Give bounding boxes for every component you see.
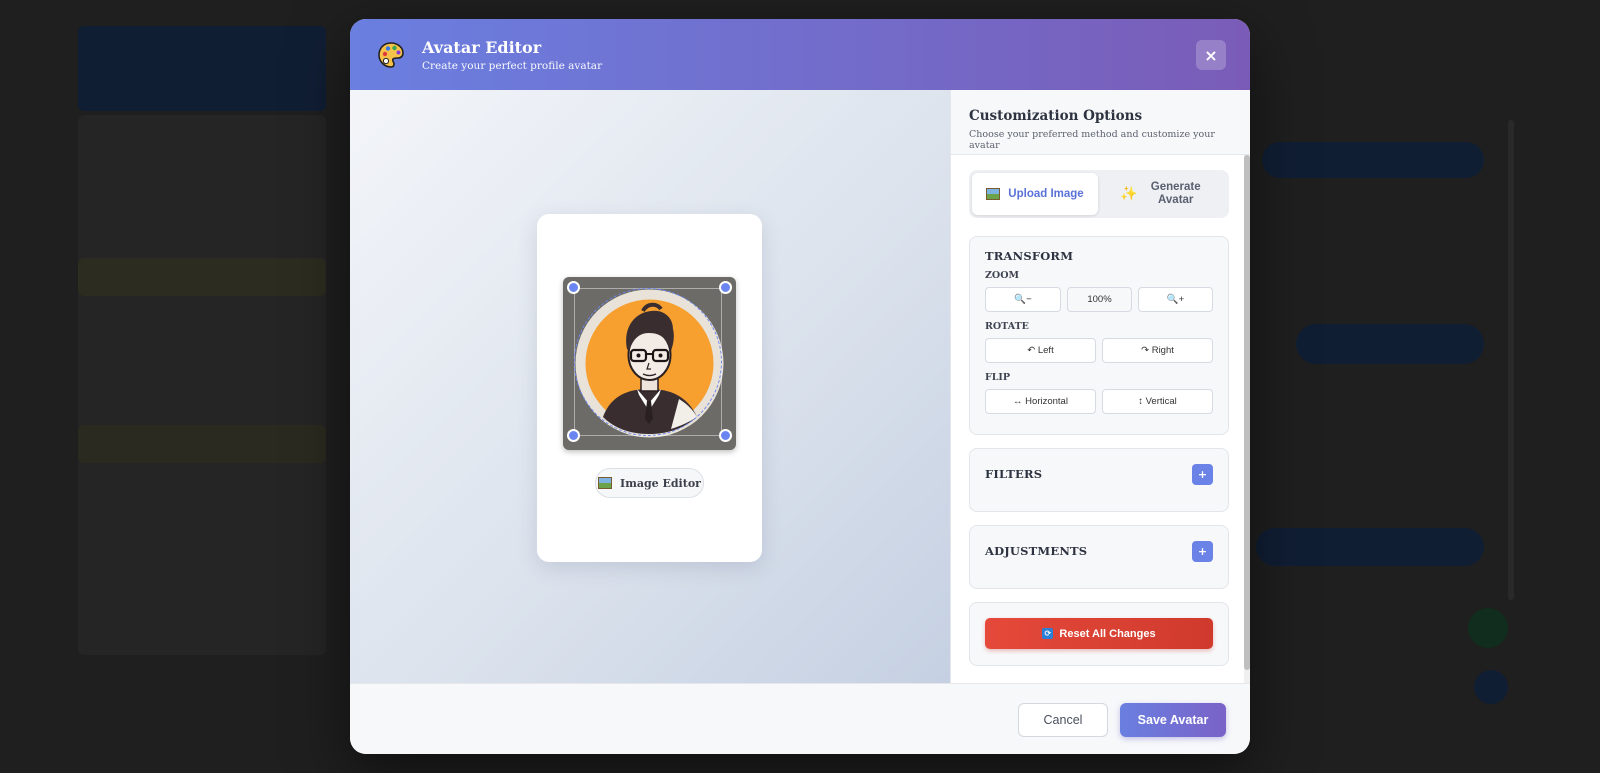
zoom-label: ZOOM (985, 270, 1020, 281)
rotate-left-button[interactable]: ↶ Left (985, 338, 1096, 363)
preview-card: Image Editor (537, 214, 762, 562)
crop-circle-guide (574, 288, 722, 436)
tab-generate-label: Generate Avatar (1150, 181, 1201, 206)
flip-horizontal-button[interactable]: ↔ Horizontal (985, 389, 1096, 414)
reset-section: ⟳ Reset All Changes (969, 602, 1229, 666)
adjustments-title: ADJUSTMENTS (985, 544, 1088, 558)
refresh-icon: ⟳ (1042, 628, 1054, 639)
transform-section: TRANSFORM ZOOM 🔍− 100% 🔍+ ROTATE ↶ Left … (969, 236, 1229, 435)
picture-icon (598, 477, 613, 489)
tab-generate-avatar[interactable]: ✨ Generate Avatar (1100, 173, 1226, 215)
filters-section: FILTERS + (969, 448, 1229, 512)
rotate-label: ROTATE (985, 321, 1029, 332)
crop-handle-top-right[interactable] (719, 281, 732, 294)
modal-body: Image Editor Customization Options Choos… (350, 90, 1250, 683)
crop-handle-bottom-right[interactable] (719, 429, 732, 442)
filters-title: FILTERS (985, 467, 1043, 481)
customization-panel: Customization Options Choose your prefer… (950, 90, 1250, 683)
close-icon: × (1204, 45, 1218, 65)
image-icon (986, 188, 1001, 200)
transform-title: TRANSFORM (985, 249, 1074, 263)
preview-area: Image Editor (350, 90, 950, 683)
close-button[interactable]: × (1196, 40, 1226, 70)
tab-upload-label: Upload Image (1008, 187, 1084, 200)
image-crop-frame[interactable] (563, 277, 736, 450)
header-text: Avatar Editor Create your perfect profil… (422, 38, 602, 72)
reset-label: Reset All Changes (1059, 627, 1156, 640)
flip-label: FLIP (985, 372, 1011, 383)
modal-header: Avatar Editor Create your perfect profil… (350, 19, 1250, 90)
reset-all-button[interactable]: ⟳ Reset All Changes (985, 618, 1213, 649)
adjustments-section: ADJUSTMENTS + (969, 525, 1229, 589)
crop-handle-bottom-left[interactable] (567, 429, 580, 442)
save-avatar-button[interactable]: Save Avatar (1120, 703, 1226, 737)
method-tabs: Upload Image ✨ Generate Avatar (969, 170, 1229, 218)
modal-footer: Cancel Save Avatar (350, 683, 1250, 754)
flip-vertical-button[interactable]: ↕ Vertical (1102, 389, 1213, 414)
options-title: Customization Options (969, 108, 1143, 124)
options-header: Customization Options Choose your prefer… (951, 90, 1250, 155)
modal-title: Avatar Editor (422, 37, 542, 57)
zoom-controls: 🔍− 100% 🔍+ (985, 287, 1213, 312)
image-editor-label: Image Editor (620, 476, 701, 490)
cancel-button[interactable]: Cancel (1018, 703, 1108, 737)
adjustments-expand-button[interactable]: + (1192, 541, 1213, 562)
sparkle-icon: ✨ (1120, 186, 1138, 202)
filters-expand-button[interactable]: + (1192, 464, 1213, 485)
tab-upload-image[interactable]: Upload Image (972, 173, 1098, 215)
zoom-out-button[interactable]: 🔍− (985, 287, 1061, 312)
options-subtitle: Choose your preferred method and customi… (969, 129, 1215, 151)
avatar-editor-modal: Avatar Editor Create your perfect profil… (350, 19, 1250, 754)
zoom-in-button[interactable]: 🔍+ (1138, 287, 1213, 312)
rotate-controls: ↶ Left ↷ Right (985, 338, 1213, 363)
rotate-right-button[interactable]: ↷ Right (1102, 338, 1213, 363)
modal-subtitle: Create your perfect profile avatar (422, 59, 603, 72)
scrollbar-thumb[interactable] (1244, 155, 1250, 670)
zoom-value: 100% (1067, 287, 1132, 312)
crop-handle-top-left[interactable] (567, 281, 580, 294)
flip-controls: ↔ Horizontal ↕ Vertical (985, 389, 1213, 414)
palette-icon (378, 41, 404, 68)
image-editor-button[interactable]: Image Editor (595, 468, 704, 498)
